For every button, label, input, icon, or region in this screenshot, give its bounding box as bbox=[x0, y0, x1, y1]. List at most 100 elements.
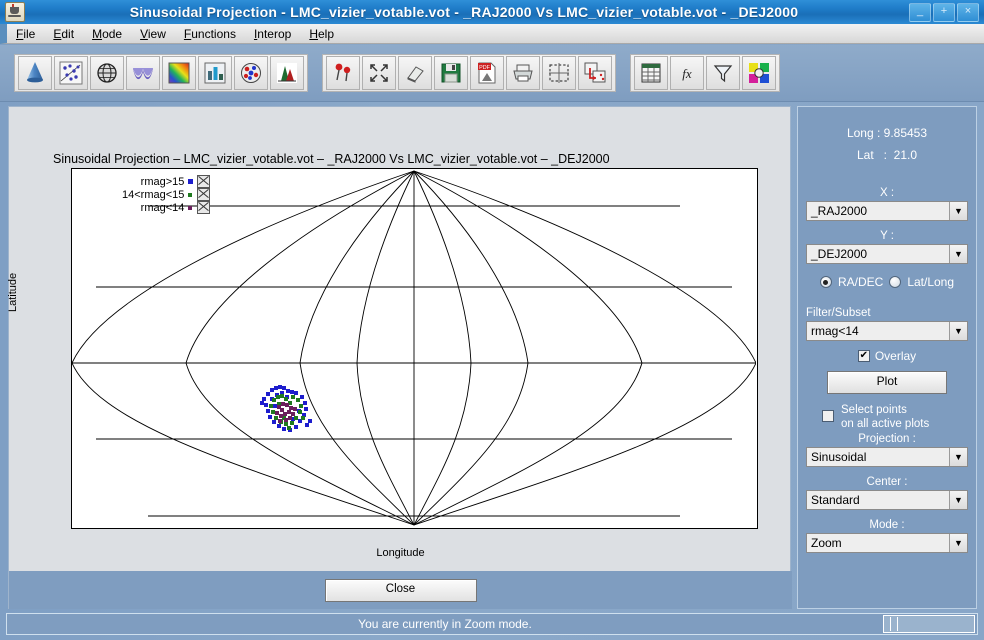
legend-swatch bbox=[186, 175, 195, 188]
x-axis-field-label: X : bbox=[879, 187, 895, 199]
eraser-icon[interactable] bbox=[398, 56, 432, 90]
density-sphere-icon[interactable] bbox=[234, 56, 268, 90]
select-points-checkbox[interactable] bbox=[822, 410, 834, 422]
chevron-down-icon[interactable]: ▼ bbox=[949, 202, 967, 220]
color-map-icon[interactable] bbox=[162, 56, 196, 90]
cone-3d-icon[interactable] bbox=[18, 56, 52, 90]
legend-label: 14<rmag<15 bbox=[122, 188, 185, 201]
pdf-export-icon[interactable]: PDF bbox=[470, 56, 504, 90]
y-axis-value: _DEJ2000 bbox=[811, 247, 868, 261]
y-axis-dropdown[interactable]: _DEJ2000 ▼ bbox=[806, 244, 968, 264]
globe-icon[interactable] bbox=[90, 56, 124, 90]
chevron-down-icon[interactable]: ▼ bbox=[949, 322, 967, 340]
window-title: Sinusoidal Projection - LMC_vizier_votab… bbox=[129, 4, 799, 20]
longitude-readout: Long : 9.85453 bbox=[846, 126, 928, 140]
radio-radec[interactable] bbox=[819, 276, 832, 288]
overlay-checkbox-row: ✔ Overlay bbox=[804, 349, 970, 363]
crop-selection-icon[interactable] bbox=[542, 56, 576, 90]
coordinate-system-radio-group: RA/DEC Lat/Long bbox=[804, 275, 970, 289]
legend-label: rmag>15 bbox=[140, 175, 185, 188]
histogram-3d-icon[interactable] bbox=[270, 56, 304, 90]
menu-file[interactable]: FFileile bbox=[7, 26, 44, 42]
center-dropdown[interactable]: Standard ▼ bbox=[806, 490, 968, 510]
plot-canvas[interactable]: rmag>15 14<rmag<15 rmag<14 bbox=[71, 168, 758, 529]
mode-dropdown[interactable]: Zoom ▼ bbox=[806, 533, 968, 553]
control-panel: Long : 9.85453 Lat : 21.0 X : _RAJ2000 ▼… bbox=[797, 106, 977, 609]
legend-row: rmag>15 bbox=[120, 175, 212, 188]
plot-legend: rmag>15 14<rmag<15 rmag<14 bbox=[120, 175, 212, 214]
x-axis-value: _RAJ2000 bbox=[811, 204, 868, 218]
overlay-label: Overlay bbox=[874, 349, 917, 363]
mode-label: Mode : bbox=[869, 519, 905, 531]
expand-arrows-icon[interactable] bbox=[362, 56, 396, 90]
projection-label: Projection : bbox=[858, 433, 916, 445]
plot-button[interactable]: Plot bbox=[827, 371, 947, 394]
close-window-button[interactable]: × bbox=[957, 2, 979, 22]
legend-toggle-checkbox[interactable] bbox=[195, 188, 212, 201]
filter-subset-label: Filter/Subset bbox=[806, 307, 871, 319]
color-palette-icon[interactable] bbox=[742, 56, 776, 90]
filter-subset-value: rmag<14 bbox=[811, 324, 859, 338]
filter-funnel-icon[interactable] bbox=[706, 56, 740, 90]
center-label: Center : bbox=[866, 476, 908, 488]
toolbar-group-tools: PDF bbox=[322, 54, 616, 92]
menu-mode[interactable]: Mode bbox=[83, 26, 131, 42]
chevron-down-icon[interactable]: ▼ bbox=[949, 245, 967, 263]
y-axis-label: Latitude bbox=[7, 272, 19, 312]
filter-subset-dropdown[interactable]: rmag<14 ▼ bbox=[806, 321, 968, 341]
plot-panel: Sinusoidal Projection – LMC_vizier_votab… bbox=[7, 106, 792, 609]
pin-markers-icon[interactable] bbox=[326, 56, 360, 90]
sinusoidal-projection-graticule bbox=[72, 170, 757, 526]
print-icon[interactable] bbox=[506, 56, 540, 90]
legend-toggle-checkbox[interactable] bbox=[195, 201, 212, 214]
legend-row: 14<rmag<15 bbox=[120, 188, 212, 201]
toolbar-group-plots bbox=[14, 54, 308, 92]
legend-swatch bbox=[186, 188, 195, 201]
radio-latlong[interactable] bbox=[889, 276, 902, 288]
save-disk-icon[interactable] bbox=[434, 56, 468, 90]
table-grid-icon[interactable] bbox=[634, 56, 668, 90]
menu-functions[interactable]: Functions bbox=[175, 26, 245, 42]
transfer-plot-icon[interactable] bbox=[578, 56, 612, 90]
bar-chart-icon[interactable] bbox=[198, 56, 232, 90]
legend-swatch bbox=[186, 201, 195, 214]
radio-latlong-label: Lat/Long bbox=[907, 275, 955, 289]
chevron-down-icon[interactable]: ▼ bbox=[949, 534, 967, 552]
close-button[interactable]: Close bbox=[324, 578, 477, 602]
menu-help[interactable]: Help bbox=[300, 26, 343, 42]
status-bar: You are currently in Zoom mode. bbox=[6, 613, 978, 635]
select-points-row: Select points on all active plots bbox=[804, 403, 970, 431]
center-value: Standard bbox=[811, 493, 860, 507]
title-bar: Sinusoidal Projection - LMC_vizier_votab… bbox=[0, 0, 984, 25]
minimize-button[interactable]: _ bbox=[909, 2, 931, 22]
menu-view[interactable]: View bbox=[131, 26, 175, 42]
resize-grip[interactable] bbox=[883, 615, 975, 633]
window-controls: _ + × bbox=[909, 2, 979, 22]
chevron-down-icon[interactable]: ▼ bbox=[949, 448, 967, 466]
projection-dropdown[interactable]: Sinusoidal ▼ bbox=[806, 447, 968, 467]
data-cluster-rmag-gt-15 bbox=[260, 385, 312, 432]
status-message: You are currently in Zoom mode. bbox=[358, 617, 532, 631]
maximize-button[interactable]: + bbox=[933, 2, 955, 22]
mode-value: Zoom bbox=[811, 536, 842, 550]
projection-value: Sinusoidal bbox=[811, 450, 867, 464]
chevron-down-icon[interactable]: ▼ bbox=[949, 491, 967, 509]
svg-text:fx: fx bbox=[682, 66, 692, 81]
y-axis-field-label: Y : bbox=[880, 230, 894, 242]
legend-label: rmag<14 bbox=[140, 201, 185, 214]
menu-interop[interactable]: Interop bbox=[245, 26, 300, 42]
latitude-readout: Lat : 21.0 bbox=[856, 148, 918, 162]
svg-text:PDF: PDF bbox=[479, 65, 490, 71]
legend-toggle-checkbox[interactable] bbox=[195, 175, 212, 188]
toolbar-group-data: fx bbox=[630, 54, 780, 92]
function-fx-icon[interactable]: fx bbox=[670, 56, 704, 90]
legend-row: rmag<14 bbox=[120, 201, 212, 214]
java-coffee-cup-icon bbox=[5, 2, 25, 22]
scatter-plot-icon[interactable] bbox=[54, 56, 88, 90]
x-axis-dropdown[interactable]: _RAJ2000 ▼ bbox=[806, 201, 968, 221]
select-points-label: Select points on all active plots bbox=[841, 404, 930, 430]
surface-plot-icon[interactable] bbox=[126, 56, 160, 90]
menu-edit[interactable]: Edit bbox=[44, 26, 83, 42]
close-bar: Close bbox=[9, 571, 792, 609]
overlay-checkbox[interactable]: ✔ bbox=[857, 350, 870, 362]
